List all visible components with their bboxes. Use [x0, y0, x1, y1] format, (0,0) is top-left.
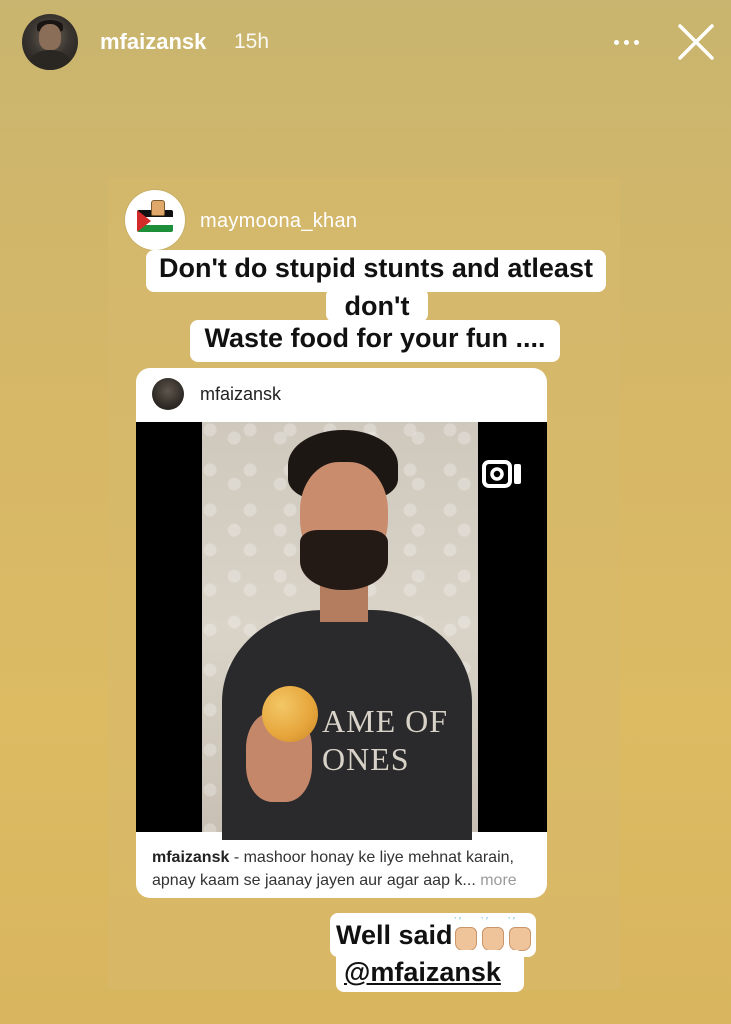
- post-photo: AME OF ONES: [202, 422, 478, 840]
- shirt-print-text: AME OF ONES: [322, 703, 449, 777]
- post-caption-username[interactable]: mfaizansk: [152, 849, 229, 866]
- mention-sticker[interactable]: @mfaizansk: [336, 950, 524, 992]
- story-username[interactable]: mfaizansk: [100, 29, 206, 55]
- story-header: mfaizansk 15h: [0, 0, 731, 90]
- caption-line-3: Waste food for your fun ....: [190, 320, 560, 362]
- fist-icon: [151, 200, 165, 216]
- profile-avatar[interactable]: [22, 14, 78, 70]
- post-caption: mfaizansk - mashoor honay ke liye mehnat…: [152, 846, 537, 892]
- raising-hands-icon: ‵ ′: [452, 917, 478, 951]
- orange-fruit: [262, 686, 318, 742]
- raising-hands-icon: ‵ ′: [479, 917, 505, 951]
- embedded-post-card[interactable]: mfaizansk AME OF ONES mfaizansk - mashoo…: [136, 368, 547, 898]
- reel-icon: [482, 460, 521, 488]
- caption-line-2: don't: [326, 288, 428, 322]
- mention-text[interactable]: @mfaizansk: [344, 956, 501, 988]
- story-timestamp: 15h: [234, 30, 270, 53]
- repost-username[interactable]: maymoona_khan: [200, 210, 357, 233]
- repost-avatar[interactable]: [125, 190, 185, 250]
- more-link[interactable]: more: [476, 872, 516, 889]
- more-options-icon[interactable]: [610, 34, 642, 50]
- well-said-text: Well said: [336, 920, 453, 950]
- post-avatar[interactable]: [152, 378, 184, 410]
- post-media[interactable]: AME OF ONES: [136, 422, 547, 840]
- raising-hands-icon: ‵ ′: [506, 917, 532, 951]
- post-username[interactable]: mfaizansk: [200, 384, 281, 405]
- raising-hands-emoji: ‵ ′ ‵ ′ ‵ ′: [452, 917, 532, 951]
- close-icon[interactable]: [676, 22, 716, 62]
- caption-line-1: Don't do stupid stunts and atleast: [146, 250, 606, 292]
